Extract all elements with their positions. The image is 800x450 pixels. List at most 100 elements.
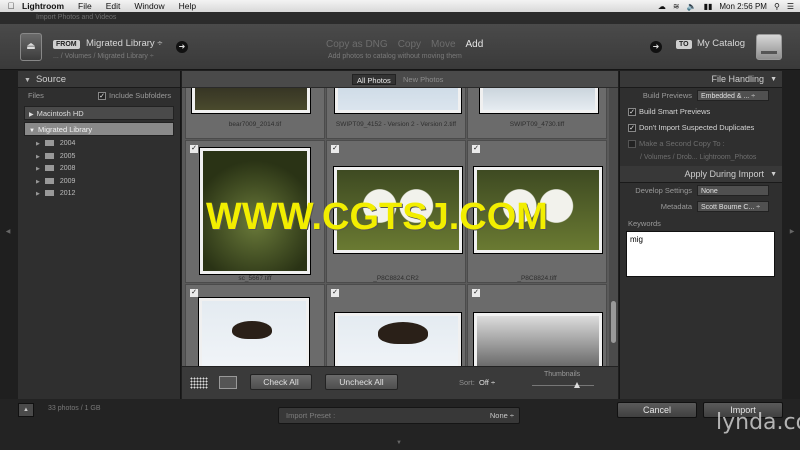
checkmark-icon[interactable]: ✓ — [331, 289, 339, 297]
apply-during-import-header[interactable]: Apply During Import ▼ — [620, 166, 782, 183]
destination-name[interactable]: My Catalog — [697, 38, 745, 49]
hard-drive-icon[interactable] — [756, 34, 782, 60]
grid-cell[interactable]: ✓ — [185, 284, 325, 366]
collapse-triangle-icon[interactable]: ▼ — [770, 166, 777, 183]
checkmark-icon[interactable]: ✓ — [472, 145, 480, 153]
checkmark-icon[interactable]: ✓ — [190, 289, 198, 297]
photo-thumbnail[interactable] — [335, 88, 461, 113]
spotlight-icon[interactable]: ⚲ — [774, 2, 780, 11]
volume-macintosh-hd[interactable]: ▶ Macintosh HD — [24, 106, 174, 120]
expand-triangle-icon[interactable]: ▶ — [36, 154, 40, 160]
expand-triangle-icon[interactable]: ▶ — [36, 141, 40, 147]
grid-cell[interactable]: SWIPT09_4152 - Version 2 - Version 2.tif… — [326, 88, 466, 139]
file-handling-header[interactable]: File Handling ▼ — [620, 71, 782, 88]
eagle-shape — [378, 322, 428, 344]
apple-icon[interactable]:  — [0, 1, 22, 11]
sort-dropdown[interactable]: Off ÷ — [479, 378, 495, 387]
folder-2004[interactable]: ▶ 2004 — [18, 138, 180, 151]
uncheck-all-button[interactable]: Uncheck All — [325, 374, 398, 390]
photo-thumbnail[interactable] — [192, 88, 310, 113]
mode-description: Add photos to catalog without moving the… — [328, 53, 462, 60]
thumbnail-size-slider[interactable] — [532, 385, 594, 386]
source-selector[interactable]: Migrated Library ÷ — [86, 38, 163, 49]
tab-new-photos[interactable]: New Photos — [399, 74, 447, 85]
menu-file[interactable]: File — [78, 1, 92, 11]
volume-icon[interactable]: 🔈 — [687, 2, 697, 11]
grid-scrollbar[interactable] — [609, 88, 618, 366]
collapse-triangle-icon[interactable]: ▼ — [24, 77, 31, 84]
collapse-down-icon[interactable]: ▼ — [396, 440, 402, 446]
menu-window[interactable]: Window — [134, 1, 164, 11]
usb-drive-icon[interactable]: ⏏ — [20, 33, 42, 61]
grid-cell[interactable]: ✓ — [467, 284, 607, 366]
expand-triangle-icon[interactable]: ▶ — [36, 191, 40, 197]
metadata-row: Metadata Scott Bourne C... ÷ — [620, 199, 782, 215]
scroll-thumb[interactable] — [611, 301, 616, 343]
grid-cell[interactable]: ✓ — [326, 284, 466, 366]
include-subfolders-checkbox[interactable]: ✓ Include Subfolders — [98, 88, 171, 104]
menu-lightroom[interactable]: Lightroom — [22, 1, 64, 11]
collapse-right-icon[interactable]: ▶ — [788, 228, 796, 235]
battery-icon[interactable]: ▮▮ — [704, 2, 713, 11]
wifi-icon[interactable]: ≋ — [673, 2, 680, 11]
grid-cell[interactable]: bear7009_2014.tif — [185, 88, 325, 139]
import-preset-selector[interactable]: Import Preset : None ÷ — [278, 407, 520, 424]
clock[interactable]: Mon 2:56 PM — [719, 2, 767, 11]
mode-copy[interactable]: Copy — [398, 39, 421, 50]
expand-triangle-icon[interactable]: ▶ — [29, 112, 34, 118]
notification-icon[interactable]: ☰ — [787, 2, 794, 11]
slider-knob-icon[interactable] — [574, 382, 580, 388]
menu-bar:  Lightroom File Edit Window Help ☁ ≋ 🔈 … — [0, 0, 800, 12]
mode-add[interactable]: Add — [466, 39, 484, 50]
checkmark-icon[interactable]: ✓ — [331, 145, 339, 153]
folder-2008[interactable]: ▶ 2008 — [18, 163, 180, 176]
grid-cell[interactable]: SWIPT09_4730.tiff — [467, 88, 607, 139]
folder-2012[interactable]: ▶ 2012 — [18, 188, 180, 201]
import-preset-dropdown[interactable]: None ÷ — [490, 411, 514, 420]
menu-help[interactable]: Help — [179, 1, 196, 11]
folder-icon — [44, 140, 54, 147]
mode-copy-as-dng[interactable]: Copy as DNG — [326, 39, 388, 50]
expand-triangle-icon[interactable]: ▶ — [36, 166, 40, 172]
menu-edit[interactable]: Edit — [106, 1, 121, 11]
build-smart-previews-checkbox[interactable]: ✓ Build Smart Previews — [620, 104, 782, 120]
metadata-dropdown[interactable]: Scott Bourne C... ÷ — [697, 201, 769, 212]
loupe-view-icon[interactable] — [219, 376, 237, 389]
arrow-right-icon[interactable]: ➜ — [650, 41, 662, 53]
mode-move[interactable]: Move — [431, 39, 455, 50]
expand-up-icon[interactable]: ▲ — [18, 403, 34, 417]
folder-2005[interactable]: ▶ 2005 — [18, 151, 180, 164]
cloud-icon[interactable]: ☁ — [658, 2, 666, 11]
lynda-logo: lynda.com — [716, 410, 800, 435]
checkmark-icon[interactable]: ✓ — [472, 289, 480, 297]
collapse-triangle-icon[interactable]: ▼ — [29, 128, 35, 134]
develop-settings-dropdown[interactable]: None — [697, 185, 769, 196]
collapse-left-icon[interactable]: ◀ — [4, 228, 12, 235]
dont-import-duplicates-checkbox[interactable]: ✓ Don't Import Suspected Duplicates — [620, 120, 782, 136]
file-name: _P8C8824.tiff — [517, 275, 557, 282]
second-copy-checkbox[interactable]: Make a Second Copy To : — [620, 136, 782, 152]
build-previews-dropdown[interactable]: Embedded & ... ÷ — [697, 90, 769, 101]
folder-icon — [44, 165, 54, 172]
to-badge: TO — [676, 40, 692, 49]
photo-thumbnail[interactable] — [335, 313, 461, 366]
arrow-right-icon[interactable]: ➜ — [176, 41, 188, 53]
photo-thumbnail[interactable] — [480, 88, 598, 113]
folder-2009[interactable]: ▶ 2009 — [18, 176, 180, 189]
thumbnails-label: Thumbnails — [544, 371, 581, 378]
volume-migrated-library[interactable]: ▼ Migrated Library — [24, 122, 174, 136]
grid-view-icon[interactable] — [190, 377, 208, 389]
file-name: SWIPT09_4730.tiff — [509, 121, 565, 128]
check-all-button[interactable]: Check All — [250, 374, 312, 390]
photo-thumbnail[interactable] — [474, 313, 602, 366]
keywords-input[interactable]: mig — [626, 231, 775, 277]
expand-triangle-icon[interactable]: ▶ — [36, 179, 40, 185]
tab-all-photos[interactable]: All Photos — [352, 74, 396, 85]
photo-thumbnail[interactable] — [199, 298, 309, 366]
cancel-button[interactable]: Cancel — [617, 402, 697, 418]
watermark: WWW.CGTSJ.COM — [206, 196, 548, 238]
checkmark-icon[interactable]: ✓ — [190, 145, 198, 153]
source-panel-header[interactable]: ▼ Source — [18, 71, 180, 88]
folder-icon — [44, 152, 54, 159]
collapse-triangle-icon[interactable]: ▼ — [770, 71, 777, 88]
